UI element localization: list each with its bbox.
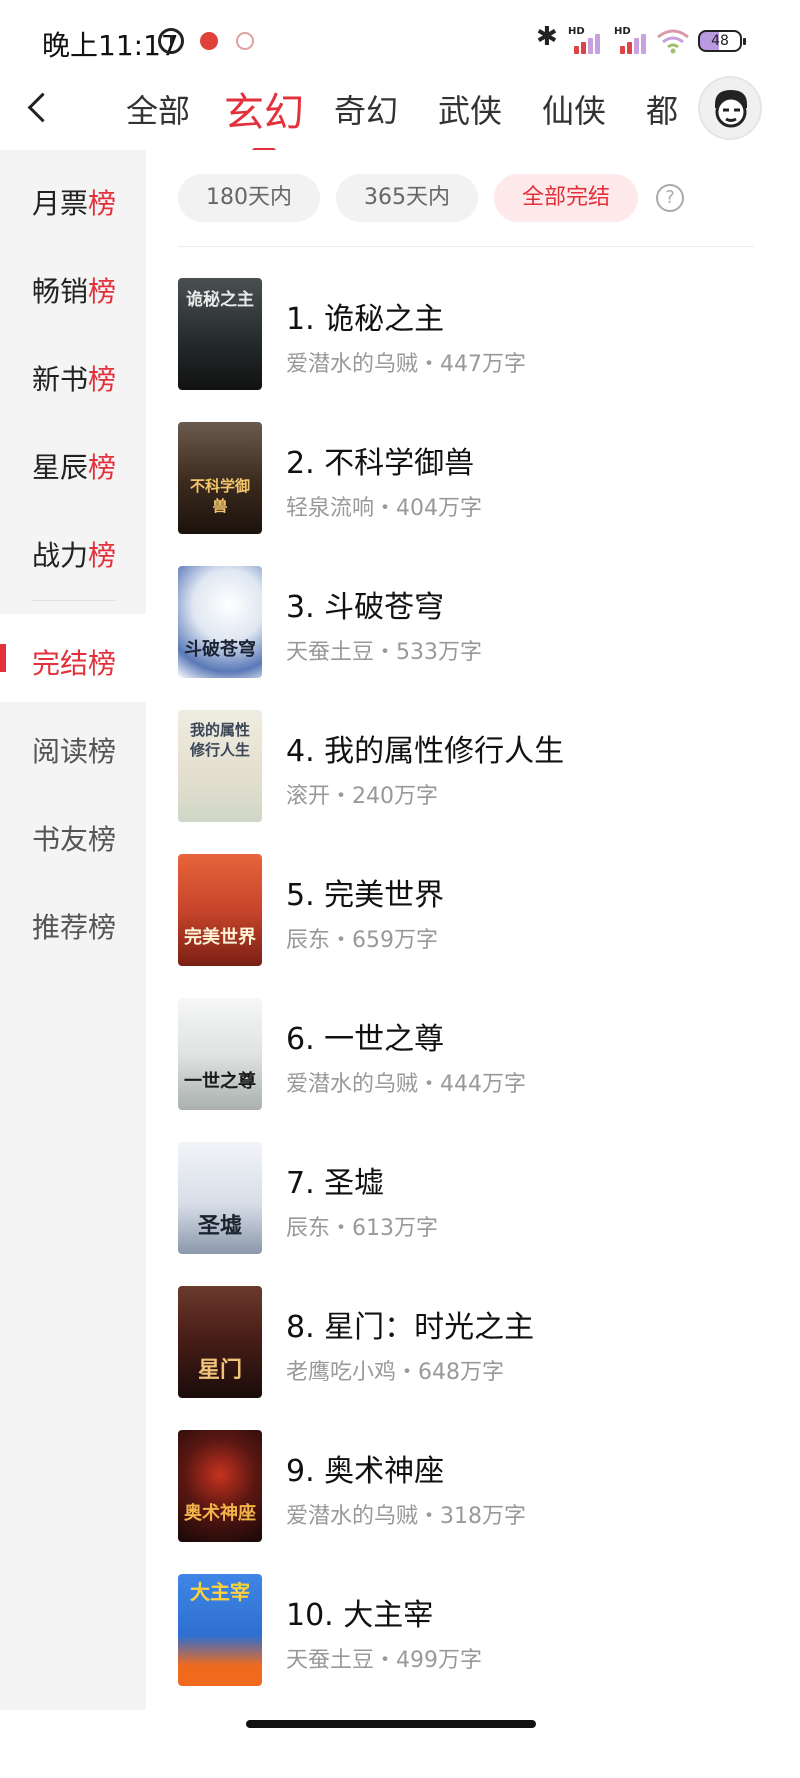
book-title: 8. 星门：时光之主 (286, 1310, 535, 1345)
time-filter-bar: 180天内 365天内 全部完结 ? (178, 174, 758, 224)
signal-icon: HD (568, 26, 602, 54)
book-title: 10. 大主宰 (286, 1598, 434, 1633)
category-tabs: 全部 玄幻 奇幻 武侠 仙侠 都 (112, 70, 692, 150)
book-meta: 爱潜水的乌贼・318万字 (286, 1504, 526, 1529)
signal-icon-2: HD (614, 26, 648, 54)
sidebar-item-label: 书友榜 (32, 823, 117, 856)
book-meta: 爱潜水的乌贼・447万字 (286, 352, 526, 377)
ranking-sidebar: 月票榜 畅销榜 新书榜 星辰榜 战力榜 完结榜 阅读榜 书友榜 推荐榜 (0, 150, 146, 1710)
book-title: 3. 斗破苍穹 (286, 590, 445, 625)
tab-qihuan[interactable]: 奇幻 (334, 86, 398, 132)
book-row[interactable]: 圣墟 7. 圣墟 辰东・613万字 (178, 1142, 778, 1256)
book-row[interactable]: 奥术神座 9. 奥术神座 爱潜水的乌贼・318万字 (178, 1430, 778, 1544)
avatar[interactable] (698, 76, 762, 140)
tab-xuanhuan[interactable]: 玄幻 (224, 80, 304, 150)
book-row[interactable]: 完美世界 5. 完美世界 辰东・659万字 (178, 854, 778, 968)
book-cover: 大主宰 (178, 1574, 262, 1686)
book-meta: 辰东・659万字 (286, 928, 438, 953)
book-meta: 老鹰吃小鸡・648万字 (286, 1360, 504, 1385)
app-notification-icon-2 (236, 32, 254, 50)
sidebar-item-label: 星辰榜 (32, 451, 117, 484)
book-title: 9. 奥术神座 (286, 1454, 445, 1489)
tab-wuxia[interactable]: 武侠 (438, 86, 502, 132)
sidebar-divider (32, 600, 116, 601)
book-cover: 星门 (178, 1286, 262, 1398)
back-button[interactable] (18, 88, 58, 128)
book-cover: 完美世界 (178, 854, 262, 966)
book-row[interactable]: 斗破苍穹 3. 斗破苍穹 天蚕土豆・533万字 (178, 566, 778, 680)
book-meta: 滚开・240万字 (286, 784, 438, 809)
sidebar-item-reading[interactable]: 阅读榜 (0, 702, 146, 790)
book-meta: 辰东・613万字 (286, 1216, 438, 1241)
bluetooth-icon: ✱ (536, 22, 558, 52)
filter-all-completed[interactable]: 全部完结 (494, 174, 638, 222)
book-meta: 天蚕土豆・499万字 (286, 1648, 482, 1673)
book-title: 5. 完美世界 (286, 878, 445, 913)
book-row[interactable]: 大主宰 10. 大主宰 天蚕土豆・499万字 (178, 1574, 778, 1688)
book-meta: 轻泉流响・404万字 (286, 496, 482, 521)
book-meta: 天蚕土豆・533万字 (286, 640, 482, 665)
book-cover: 我的属性修行人生 (178, 710, 262, 822)
battery-icon: 48 (698, 30, 746, 52)
avatar-icon (715, 90, 747, 128)
book-row[interactable]: 诡秘之主 1. 诡秘之主 爱潜水的乌贼・447万字 (178, 278, 778, 392)
tab-dushi[interactable]: 都 (646, 86, 678, 132)
book-row[interactable]: 不科学御兽 2. 不科学御兽 轻泉流响・404万字 (178, 422, 778, 536)
book-title: 1. 诡秘之主 (286, 302, 445, 337)
book-title: 2. 不科学御兽 (286, 446, 475, 481)
tab-all[interactable]: 全部 (126, 86, 190, 132)
sidebar-item-label: 推荐榜 (32, 911, 117, 944)
filter-180-days[interactable]: 180天内 (178, 174, 320, 222)
sidebar-item-label: 战力榜 (32, 539, 117, 572)
tab-xianxia[interactable]: 仙侠 (542, 86, 606, 132)
book-cover: 奥术神座 (178, 1430, 262, 1542)
status-bar: 晚上11:17 ✱ HD HD 48 (0, 0, 800, 80)
book-row[interactable]: 一世之尊 6. 一世之尊 爱潜水的乌贼・444万字 (178, 998, 778, 1112)
book-cover: 诡秘之主 (178, 278, 262, 390)
app-notification-icon (200, 32, 218, 50)
book-cover: 一世之尊 (178, 998, 262, 1110)
wifi-icon (657, 29, 689, 54)
book-title: 7. 圣墟 (286, 1166, 385, 1201)
sidebar-item-power[interactable]: 战力榜 (0, 506, 146, 594)
sidebar-item-label: 完结榜 (32, 647, 117, 680)
sidebar-item-completed[interactable]: 完结榜 (0, 614, 146, 702)
book-cover: 不科学御兽 (178, 422, 262, 534)
divider (178, 246, 754, 247)
filter-365-days[interactable]: 365天内 (336, 174, 478, 222)
home-indicator[interactable] (246, 1720, 536, 1728)
sidebar-item-friends[interactable]: 书友榜 (0, 790, 146, 878)
top-nav: 全部 玄幻 奇幻 武侠 仙侠 都 (0, 70, 800, 150)
sidebar-item-label: 新书榜 (32, 363, 117, 396)
book-row[interactable]: 星门 8. 星门：时光之主 老鹰吃小鸡・648万字 (178, 1286, 778, 1400)
sidebar-item-label: 畅销榜 (32, 275, 117, 308)
sidebar-item-label: 阅读榜 (32, 735, 117, 768)
sidebar-item-monthly-ticket[interactable]: 月票榜 (0, 154, 146, 242)
alarm-icon (158, 28, 184, 54)
sidebar-item-bestseller[interactable]: 畅销榜 (0, 242, 146, 330)
book-meta: 爱潜水的乌贼・444万字 (286, 1072, 526, 1097)
help-icon[interactable]: ? (656, 184, 684, 212)
sidebar-item-new-books[interactable]: 新书榜 (0, 330, 146, 418)
sidebar-item-label: 月票榜 (32, 187, 117, 220)
book-cover: 斗破苍穹 (178, 566, 262, 678)
book-title: 6. 一世之尊 (286, 1022, 445, 1057)
sidebar-item-recommend[interactable]: 推荐榜 (0, 878, 146, 966)
book-cover: 圣墟 (178, 1142, 262, 1254)
book-title: 4. 我的属性修行人生 (286, 734, 565, 769)
sidebar-item-star[interactable]: 星辰榜 (0, 418, 146, 506)
book-row[interactable]: 我的属性修行人生 4. 我的属性修行人生 滚开・240万字 (178, 710, 778, 824)
